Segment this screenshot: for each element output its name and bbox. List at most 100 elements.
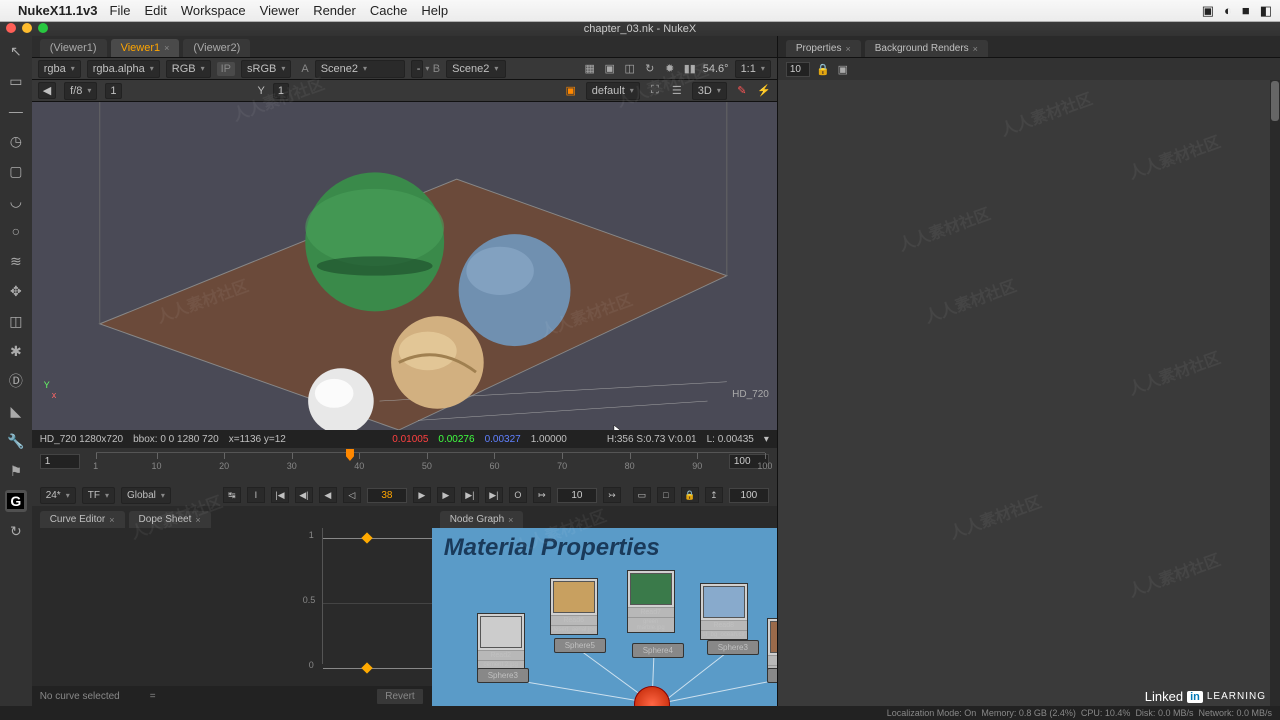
- sphere-node[interactable]: Card1: [767, 668, 777, 683]
- fval-input[interactable]: 1: [105, 83, 121, 99]
- menu-render[interactable]: Render: [313, 3, 356, 18]
- tray-icon[interactable]: ▣: [1202, 3, 1214, 19]
- tool-layers-icon[interactable]: ≋: [5, 250, 27, 272]
- key-icon[interactable]: [361, 662, 372, 673]
- tab-viewer1-alt[interactable]: (Viewer1): [40, 39, 107, 57]
- tool-wrench-icon[interactable]: 🔧: [5, 430, 27, 452]
- pause-icon[interactable]: ▮▮: [683, 62, 697, 76]
- prev-button[interactable]: ◀: [38, 82, 56, 99]
- read-node[interactable]: Read9stone 2.jpg: [767, 618, 777, 675]
- lock-icon[interactable]: 🔒: [816, 62, 830, 76]
- sphere-node[interactable]: Sphere3: [477, 668, 529, 683]
- alpha-select[interactable]: rgba.alpha: [87, 60, 160, 78]
- tool-square-icon[interactable]: ▢: [5, 160, 27, 182]
- tool-select-icon[interactable]: ↖: [5, 40, 27, 62]
- timeline-ruler[interactable]: 1102030405060708090100: [96, 452, 765, 476]
- sphere-node[interactable]: Sphere5: [554, 638, 606, 653]
- colorspace-select[interactable]: RGB: [166, 60, 211, 78]
- a-blend-select[interactable]: -: [411, 60, 423, 78]
- key-icon[interactable]: [361, 532, 372, 543]
- tab-node-graph[interactable]: Node Graph×: [440, 511, 524, 528]
- default-view-select[interactable]: default: [586, 82, 640, 100]
- traffic-lights[interactable]: [6, 23, 48, 33]
- tool-clock-icon[interactable]: ◷: [5, 130, 27, 152]
- close-icon[interactable]: ×: [973, 44, 978, 54]
- first-button[interactable]: |◀: [271, 487, 289, 503]
- yval-input[interactable]: 1: [273, 83, 289, 99]
- read-node[interactable]: Read7green marble.jpg: [627, 570, 675, 633]
- camera-icon[interactable]: ▣: [564, 84, 578, 98]
- current-frame-input[interactable]: [367, 488, 407, 503]
- overlay-icon[interactable]: ▣: [603, 62, 617, 76]
- sphere-node[interactable]: Sphere4: [632, 643, 684, 658]
- tool-hemisphere-icon[interactable]: ◡: [5, 190, 27, 212]
- srgb-select[interactable]: sRGB: [241, 60, 291, 78]
- export-icon[interactable]: ↥: [705, 487, 723, 503]
- fps-select[interactable]: 24*: [40, 487, 76, 504]
- axis-gizmo[interactable]: Yx: [44, 380, 57, 400]
- close-icon[interactable]: ×: [109, 515, 114, 525]
- tf-select[interactable]: TF: [82, 487, 115, 504]
- close-icon[interactable]: ×: [508, 515, 513, 525]
- tool-circle-icon[interactable]: ○: [5, 220, 27, 242]
- lightning-icon[interactable]: ⚡: [757, 84, 771, 98]
- playhead-icon[interactable]: [346, 449, 354, 461]
- tray-icon[interactable]: ◧: [1260, 3, 1272, 19]
- tool-d-icon[interactable]: Ⓓ: [5, 370, 27, 392]
- tab-curve-editor[interactable]: Curve Editor×: [40, 511, 125, 528]
- clear-icon[interactable]: ▣: [836, 62, 850, 76]
- fstop-select[interactable]: f/8: [64, 82, 97, 100]
- scrollbar[interactable]: [1270, 80, 1280, 706]
- list-icon[interactable]: ☰: [670, 84, 684, 98]
- menu-help[interactable]: Help: [421, 3, 448, 18]
- tab-bg-renders[interactable]: Background Renders×: [865, 40, 988, 57]
- last-button[interactable]: ▶|: [485, 487, 503, 503]
- grid-icon[interactable]: ▦: [583, 62, 597, 76]
- play-button[interactable]: ▶: [413, 487, 431, 503]
- tool-cube-icon[interactable]: ◫: [5, 310, 27, 332]
- read-node[interactable]: Read6desert_aerial.jpg: [550, 578, 598, 635]
- viewport-3d[interactable]: Yx HD_720: [32, 102, 777, 430]
- step-input[interactable]: 10: [557, 488, 597, 503]
- timeline-in[interactable]: 1: [40, 454, 80, 469]
- menu-cache[interactable]: Cache: [370, 3, 408, 18]
- tool-rect-icon[interactable]: ▭: [5, 70, 27, 92]
- tab-viewer2[interactable]: (Viewer2): [183, 39, 250, 57]
- next-key-button[interactable]: ▶|: [461, 487, 479, 503]
- tool-line-icon[interactable]: —: [5, 100, 27, 122]
- refresh-icon[interactable]: ↻: [643, 62, 657, 76]
- minimize-icon[interactable]: [22, 23, 32, 33]
- close-icon[interactable]: ×: [164, 43, 169, 53]
- close-icon[interactable]: [6, 23, 16, 33]
- curve-view[interactable]: 1 0.5 0: [32, 528, 432, 686]
- node-graph-view[interactable]: Material Properties Read2cement 2.jpgRea…: [432, 528, 777, 706]
- step-fwd-button[interactable]: ▶: [437, 487, 455, 503]
- close-icon[interactable]: ×: [195, 515, 200, 525]
- scope-select[interactable]: Global: [121, 487, 171, 504]
- menu-workspace[interactable]: Workspace: [181, 3, 246, 18]
- menu-file[interactable]: File: [110, 3, 131, 18]
- play-back-button[interactable]: ◁: [343, 487, 361, 503]
- tool-move-icon[interactable]: ✥: [5, 280, 27, 302]
- render-node[interactable]: [634, 686, 670, 706]
- tool-refresh-icon[interactable]: ↻: [5, 520, 27, 542]
- ip-toggle[interactable]: IP: [217, 62, 235, 76]
- app-name[interactable]: NukeX11.1v3: [18, 3, 98, 18]
- read-node[interactable]: Read2cement 2.jpg: [477, 613, 525, 670]
- zoom-ratio[interactable]: 1:1: [735, 60, 771, 78]
- jump-icon[interactable]: ↹: [223, 487, 241, 503]
- lock-icon[interactable]: 🔒: [681, 487, 699, 503]
- out-frame[interactable]: 100: [729, 488, 769, 503]
- tool-snow-icon[interactable]: ✱: [5, 340, 27, 362]
- loop-button[interactable]: ▭: [633, 487, 651, 503]
- revert-button[interactable]: Revert: [376, 688, 423, 705]
- person-icon[interactable]: ⛶: [648, 84, 662, 98]
- tool-g-icon[interactable]: G: [5, 490, 27, 512]
- tray-icon[interactable]: ◐: [1224, 3, 1232, 18]
- tab-viewer1[interactable]: Viewer1×: [111, 39, 180, 57]
- tool-flag-icon[interactable]: ⚑: [5, 460, 27, 482]
- prev-key-button[interactable]: ◀|: [295, 487, 313, 503]
- b-input-select[interactable]: Scene2: [446, 60, 506, 78]
- close-icon[interactable]: ×: [845, 44, 850, 54]
- gear-icon[interactable]: ✹: [663, 62, 677, 76]
